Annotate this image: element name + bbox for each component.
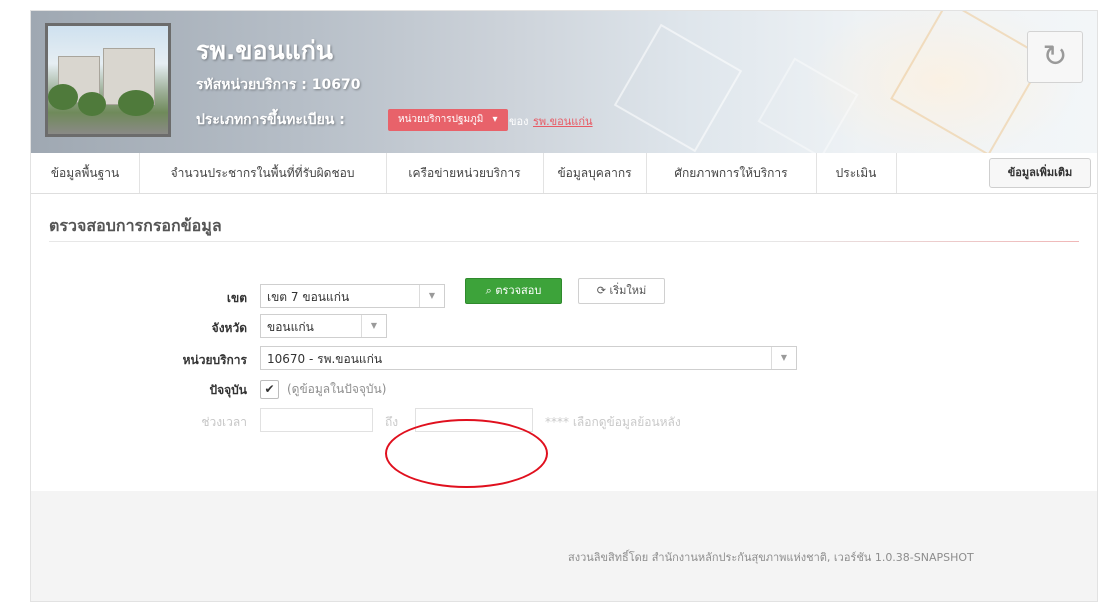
section-title: ตรวจสอบการกรอกข้อมูล bbox=[49, 216, 222, 235]
current-checkbox[interactable]: ✔ bbox=[260, 380, 279, 399]
zone-select[interactable]: เขต 7 ขอนแก่น ▼ bbox=[260, 284, 445, 308]
tab-evaluation[interactable]: ประเมิน bbox=[816, 153, 897, 193]
highlight-annotation bbox=[385, 419, 548, 488]
province-value: ขอนแก่น bbox=[267, 320, 314, 334]
province-label: จังหวัด bbox=[211, 321, 247, 335]
zone-value: เขต 7 ขอนแก่น bbox=[267, 290, 350, 304]
hospital-name: รพ.ขอนแก่น bbox=[196, 36, 333, 65]
check-button[interactable]: ⌕ ตรวจสอบ bbox=[465, 278, 562, 304]
footer-copyright: สงวนลิขสิทธิ์โดย สำนักงานหลักประกันสุขภา… bbox=[568, 551, 974, 564]
header-banner: รพ.ขอนแก่น รหัสหน่วยบริการ : 10670 ประเภ… bbox=[31, 11, 1097, 153]
tab-network[interactable]: เครือข่ายหน่วยบริการ bbox=[386, 153, 544, 193]
period-label: ช่วงเวลา bbox=[201, 415, 247, 429]
tab-personnel[interactable]: ข้อมูลบุคลากร bbox=[543, 153, 647, 193]
unit-label: หน่วยบริการ bbox=[182, 353, 247, 367]
current-hint: (ดูข้อมูลในปัจจุบัน) bbox=[287, 382, 387, 396]
banner-hexagon-decoration bbox=[613, 23, 743, 153]
refresh-button[interactable]: ↻ bbox=[1027, 31, 1083, 83]
province-select[interactable]: ขอนแก่น ▼ bbox=[260, 314, 387, 338]
tab-service-capacity[interactable]: ศักยภาพการให้บริการ bbox=[646, 153, 817, 193]
owner-link[interactable]: รพ.ขอนแก่น bbox=[533, 112, 593, 130]
tab-basic-info[interactable]: ข้อมูลพื้นฐาน bbox=[31, 153, 140, 193]
zone-label: เขต bbox=[226, 291, 247, 305]
registration-type-value: หน่วยบริการปฐมภูมิ bbox=[398, 114, 484, 125]
reset-button[interactable]: ⟳ เริ่มใหม่ bbox=[578, 278, 665, 304]
caret-down-icon: ▼ bbox=[771, 347, 796, 369]
tab-bar: ข้อมูลพื้นฐาน จำนวนประชากรในพื้นที่ที่รั… bbox=[31, 153, 1097, 194]
period-to-label: ถึง bbox=[385, 415, 399, 429]
refresh-icon: ↻ bbox=[1042, 39, 1068, 74]
caret-down-icon: ▼ bbox=[361, 315, 386, 337]
page-frame: รพ.ขอนแก่น รหัสหน่วยบริการ : 10670 ประเภ… bbox=[30, 10, 1098, 602]
owner-label: ของ bbox=[509, 115, 529, 128]
caret-down-icon: ▼ bbox=[419, 285, 444, 307]
reset-button-label: เริ่มใหม่ bbox=[609, 284, 647, 297]
checkmark-icon: ✔ bbox=[264, 382, 275, 396]
caret-down-icon: ▾ bbox=[492, 114, 498, 125]
registration-type-dropdown[interactable]: หน่วยบริการปฐมภูมิ ▾ bbox=[388, 109, 508, 131]
reset-icon: ⟳ bbox=[596, 284, 606, 297]
search-icon: ⌕ bbox=[485, 284, 492, 297]
section-divider bbox=[49, 241, 1079, 242]
current-label: ปัจจุบัน bbox=[209, 383, 248, 397]
more-info-button[interactable]: ข้อมูลเพิ่มเติม bbox=[989, 158, 1091, 188]
period-start-input[interactable] bbox=[260, 408, 373, 432]
hospital-photo bbox=[45, 23, 171, 137]
tab-population[interactable]: จำนวนประชากรในพื้นที่ที่รับผิดชอบ bbox=[139, 153, 387, 193]
check-button-label: ตรวจสอบ bbox=[495, 284, 542, 297]
unit-value: 10670 - รพ.ขอนแก่น bbox=[267, 352, 383, 366]
photo-tree bbox=[48, 84, 78, 110]
service-code: รหัสหน่วยบริการ : 10670 bbox=[196, 77, 361, 93]
registration-type-label: ประเภทการขึ้นทะเบียน : bbox=[196, 112, 345, 128]
period-hint: **** เลือกดูข้อมูลย้อนหลัง bbox=[545, 415, 681, 429]
photo-tree bbox=[78, 92, 106, 116]
unit-select[interactable]: 10670 - รพ.ขอนแก่น ▼ bbox=[260, 346, 797, 370]
check-form-panel: ตรวจสอบการกรอกข้อมูล เขต เขต 7 ขอนแก่น ▼… bbox=[31, 194, 1097, 491]
photo-tree bbox=[118, 90, 154, 116]
